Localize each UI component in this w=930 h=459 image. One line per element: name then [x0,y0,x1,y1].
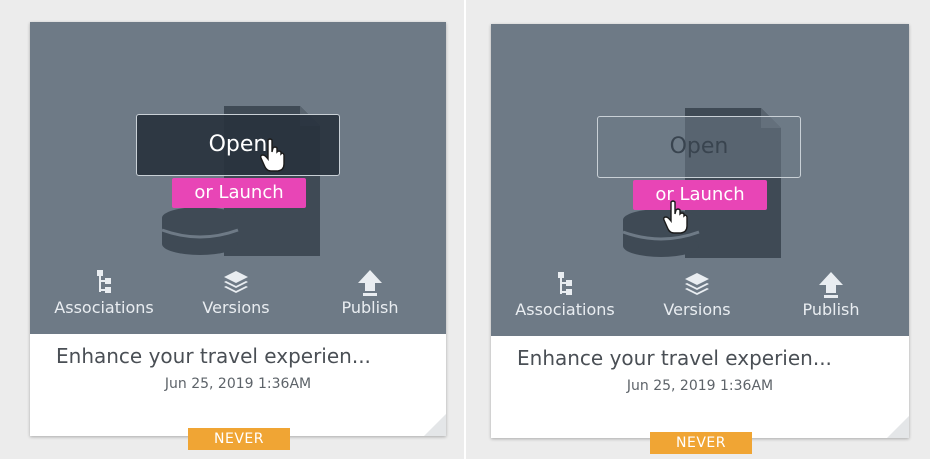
layers-stack-icon [224,271,248,293]
hand-pointer-icon [260,138,285,172]
versions-action[interactable]: Versions [637,270,757,319]
schedule-status-badge: NEVER [650,432,752,454]
overlay-actions: Open or Launch [30,114,446,234]
card-title[interactable]: Enhance your travel experien... [517,346,832,370]
schedule-status-badge: NEVER [188,428,290,450]
content-card[interactable]: Open or Launch Associations Versions Pub… [491,24,909,438]
content-card[interactable]: Open or Launch Associations Versions Pub… [30,22,446,436]
associations-action[interactable]: Associations [44,268,164,317]
versions-action[interactable]: Versions [176,268,296,317]
associations-action[interactable]: Associations [505,270,625,319]
open-button[interactable]: Open [597,116,801,178]
upload-arrow-icon [358,270,382,296]
launch-button[interactable]: or Launch [172,178,306,208]
card-date: Jun 25, 2019 1:36AM [164,376,312,392]
card-thumbnail: Open or Launch Associations Versions Pub… [30,22,446,334]
hierarchy-tree-icon [97,270,111,293]
card-info: Enhance your travel experien... Jun 25, … [491,336,909,438]
publish-action[interactable]: Publish [310,268,430,317]
overlay-actions: Open or Launch [491,116,909,236]
card-title[interactable]: Enhance your travel experien... [56,344,371,368]
open-button[interactable]: Open [136,114,340,176]
card-date: Jun 25, 2019 1:36AM [626,378,774,394]
card-thumbnail: Open or Launch Associations Versions Pub… [491,24,909,336]
upload-arrow-icon [819,272,843,298]
card-corner-fold-icon [424,414,446,436]
associations-label: Associations [54,298,154,317]
hierarchy-tree-icon [558,272,572,295]
versions-label: Versions [663,300,731,319]
layers-stack-icon [685,273,709,295]
launch-button[interactable]: or Launch [633,180,767,210]
publish-label: Publish [802,300,860,319]
card-action-bar: Associations Versions Publish [491,270,909,330]
versions-label: Versions [202,298,270,317]
associations-label: Associations [515,300,615,319]
hand-pointer-icon [663,200,688,234]
card-info: Enhance your travel experien... Jun 25, … [30,334,446,436]
card-corner-fold-icon [887,416,909,438]
publish-action[interactable]: Publish [771,270,891,319]
publish-label: Publish [341,298,399,317]
card-panel-right: Open or Launch Associations Versions Pub… [466,0,930,459]
card-panel-left: Open or Launch Associations Versions Pub… [0,0,464,459]
card-action-bar: Associations Versions Publish [30,268,446,328]
